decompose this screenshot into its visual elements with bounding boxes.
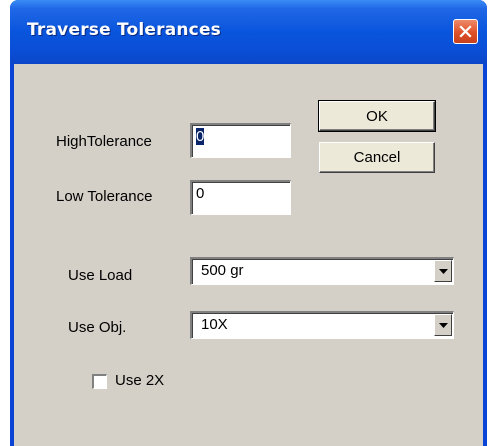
chevron-down-icon bbox=[438, 322, 448, 328]
cancel-button-label: Cancel bbox=[353, 149, 401, 166]
high-tolerance-value: 0 bbox=[196, 128, 205, 145]
use-obj-dropdown-button[interactable] bbox=[434, 314, 452, 336]
use-obj-selected: 10X bbox=[201, 316, 228, 333]
chevron-down-icon bbox=[438, 268, 448, 274]
dialog-window: Traverse Tolerances OK Cancel HighTolera… bbox=[10, 0, 487, 446]
use-2x-label[interactable]: Use 2X bbox=[115, 372, 164, 389]
ok-button-label: OK bbox=[366, 107, 388, 125]
use-load-dropdown-button[interactable] bbox=[434, 260, 452, 282]
use-load-label: Use Load bbox=[68, 267, 133, 284]
title-bar[interactable]: Traverse Tolerances bbox=[10, 0, 487, 64]
ok-button[interactable]: OK bbox=[318, 100, 436, 132]
use-load-dropdown[interactable]: 500 gr bbox=[190, 257, 454, 285]
use-load-selected: 500 gr bbox=[201, 262, 244, 279]
low-tolerance-value: 0 bbox=[196, 185, 205, 202]
dialog-body: OK Cancel HighTolerance 0 Low Tolerance … bbox=[14, 64, 483, 446]
close-icon bbox=[459, 25, 472, 38]
high-tolerance-input[interactable]: 0 bbox=[190, 123, 291, 158]
use-2x-checkbox[interactable] bbox=[92, 374, 107, 389]
cancel-button[interactable]: Cancel bbox=[319, 142, 435, 173]
close-button[interactable] bbox=[453, 19, 478, 44]
use-obj-dropdown[interactable]: 10X bbox=[190, 311, 454, 339]
low-tolerance-label: Low Tolerance bbox=[56, 188, 153, 205]
use-obj-label: Use Obj. bbox=[68, 319, 127, 336]
high-tolerance-label: HighTolerance bbox=[56, 133, 152, 150]
dialog-title: Traverse Tolerances bbox=[27, 20, 222, 40]
low-tolerance-input[interactable]: 0 bbox=[190, 180, 291, 215]
